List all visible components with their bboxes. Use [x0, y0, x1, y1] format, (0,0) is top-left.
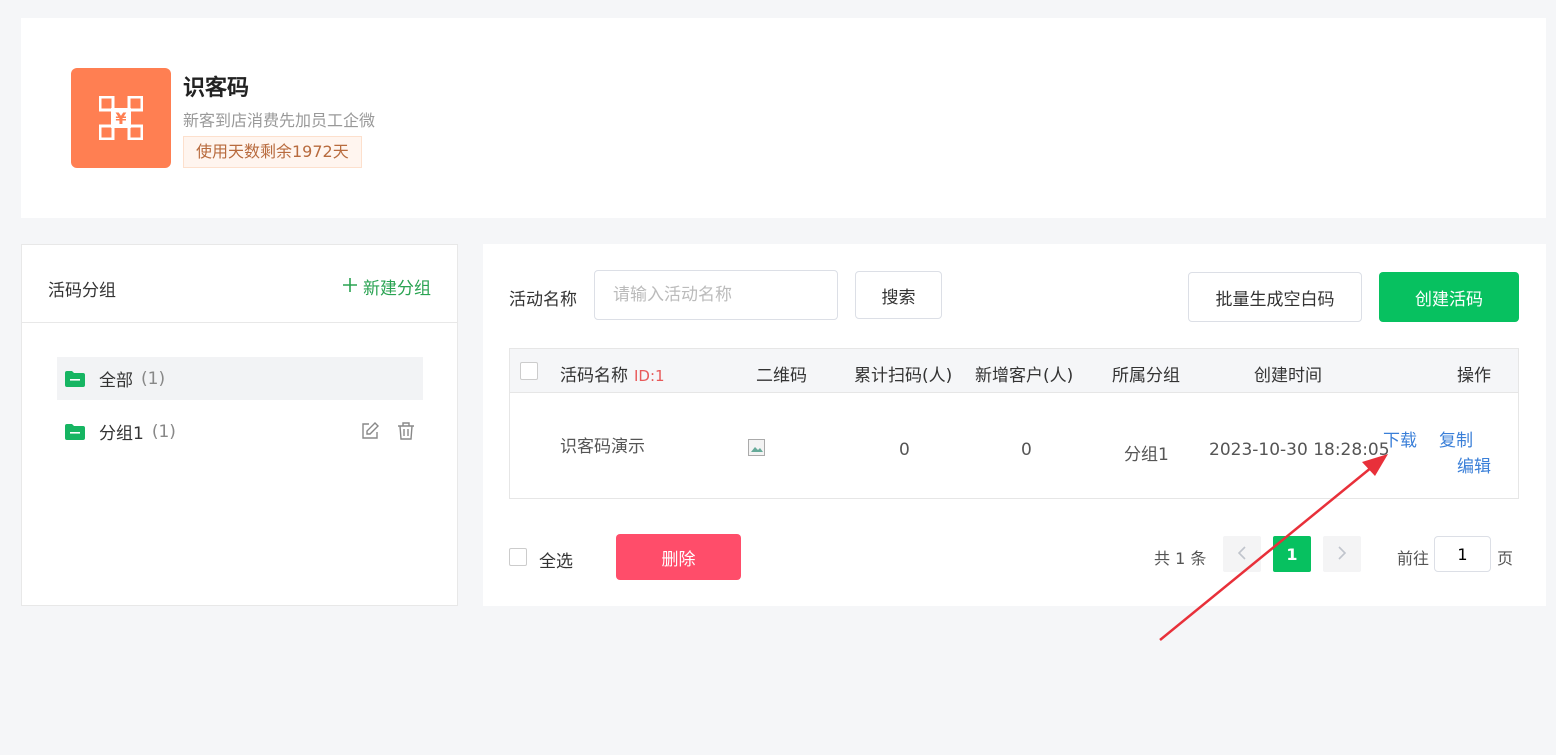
group-item-label: 分组1 — [99, 424, 144, 444]
goto-suffix: 页 — [1497, 549, 1514, 568]
group-item-actions — [361, 422, 415, 445]
goto-page-input[interactable] — [1434, 536, 1491, 572]
remaining-days-badge: 使用天数剩余1972天 — [183, 136, 362, 168]
group-item-count: (1) — [141, 368, 166, 389]
svg-text:¥: ¥ — [115, 109, 126, 128]
th-qr: 二维码 — [756, 366, 807, 386]
row-created: 2023-10-30 18:28:05 — [1209, 440, 1390, 460]
edit-icon[interactable] — [361, 422, 379, 445]
header-checkbox[interactable] — [520, 362, 538, 380]
th-scans: 累计扫码(人) — [854, 366, 953, 386]
table-row: 识客码演示 0 0 分组1 2023-10-30 18:28:05 下载 复制 … — [510, 394, 1518, 499]
select-all-checkbox[interactable] — [509, 548, 527, 566]
select-all-label[interactable]: 全选 — [539, 547, 573, 572]
group-item-label: 全部 — [99, 371, 133, 391]
delete-icon[interactable] — [397, 422, 415, 445]
plus-icon — [343, 277, 357, 297]
activity-name-label: 活动名称 — [509, 290, 577, 310]
th-created: 创建时间 — [1254, 366, 1322, 386]
folder-icon — [65, 370, 85, 387]
table-header: 活码名称 ID:1 二维码 累计扫码(人) 新增客户(人) 所属分组 创建时间 操… — [510, 349, 1518, 393]
th-actions: 操作 — [1457, 366, 1491, 386]
batch-generate-button[interactable]: 批量生成空白码 — [1188, 272, 1362, 322]
search-button[interactable]: 搜索 — [855, 271, 942, 319]
row-new-customers: 0 — [1021, 440, 1032, 460]
th-group: 所属分组 — [1112, 366, 1180, 386]
create-code-button[interactable]: 创建活码 — [1379, 272, 1519, 322]
qr-image-placeholder — [748, 439, 768, 457]
download-link[interactable]: 下载 — [1383, 426, 1417, 451]
th-new-customers: 新增客户(人) — [975, 366, 1074, 386]
next-page-button[interactable] — [1323, 536, 1361, 572]
new-group-label: 新建分组 — [363, 279, 431, 299]
total-count: 共 1 条 — [1154, 549, 1207, 568]
group-panel-header: 活码分组 新建分组 — [22, 245, 457, 323]
app-description: 新客到店消费先加员工企微 — [183, 111, 376, 130]
group-item-count: (1) — [151, 421, 176, 442]
codes-table: 活码名称 ID:1 二维码 累计扫码(人) 新增客户(人) 所属分组 创建时间 操… — [509, 348, 1519, 499]
goto-prefix: 前往 — [1397, 549, 1430, 568]
new-group-button[interactable]: 新建分组 — [343, 274, 431, 299]
row-name: 识客码演示 — [560, 437, 645, 457]
folder-icon — [65, 423, 85, 440]
app-header-card: ¥ 识客码 新客到店消费先加员工企微 使用天数剩余1972天 — [21, 18, 1546, 218]
qr-code-icon: ¥ — [71, 68, 171, 168]
row-scans: 0 — [899, 440, 910, 460]
group-panel: 活码分组 新建分组 全部 (1) 分组1 (1) — [21, 244, 458, 606]
activity-name-input[interactable] — [594, 270, 838, 320]
copy-link[interactable]: 复制 — [1439, 426, 1473, 451]
prev-page-button[interactable] — [1223, 536, 1261, 572]
group-item-all[interactable]: 全部 (1) — [57, 357, 423, 400]
delete-button[interactable]: 删除 — [616, 534, 741, 580]
main-panel: 活动名称 搜索 批量生成空白码 创建活码 活码名称 ID:1 二维码 累计扫码(人… — [483, 244, 1546, 606]
th-name: 活码名称 ID:1 — [560, 361, 665, 386]
th-name-label: 活码名称 — [560, 366, 628, 386]
chevron-right-icon — [1337, 545, 1347, 564]
table-footer: 全选 删除 共 1 条 1 前往 页 — [509, 534, 1519, 580]
chevron-left-icon — [1237, 545, 1247, 564]
id-tag: ID:1 — [634, 367, 665, 385]
group-panel-title: 活码分组 — [48, 281, 116, 301]
page-number-current[interactable]: 1 — [1273, 536, 1311, 572]
edit-link[interactable]: 编辑 — [1457, 452, 1491, 477]
group-item-group1[interactable]: 分组1 (1) — [57, 410, 423, 453]
app-title: 识客码 — [183, 76, 250, 101]
row-group: 分组1 — [1124, 445, 1169, 465]
